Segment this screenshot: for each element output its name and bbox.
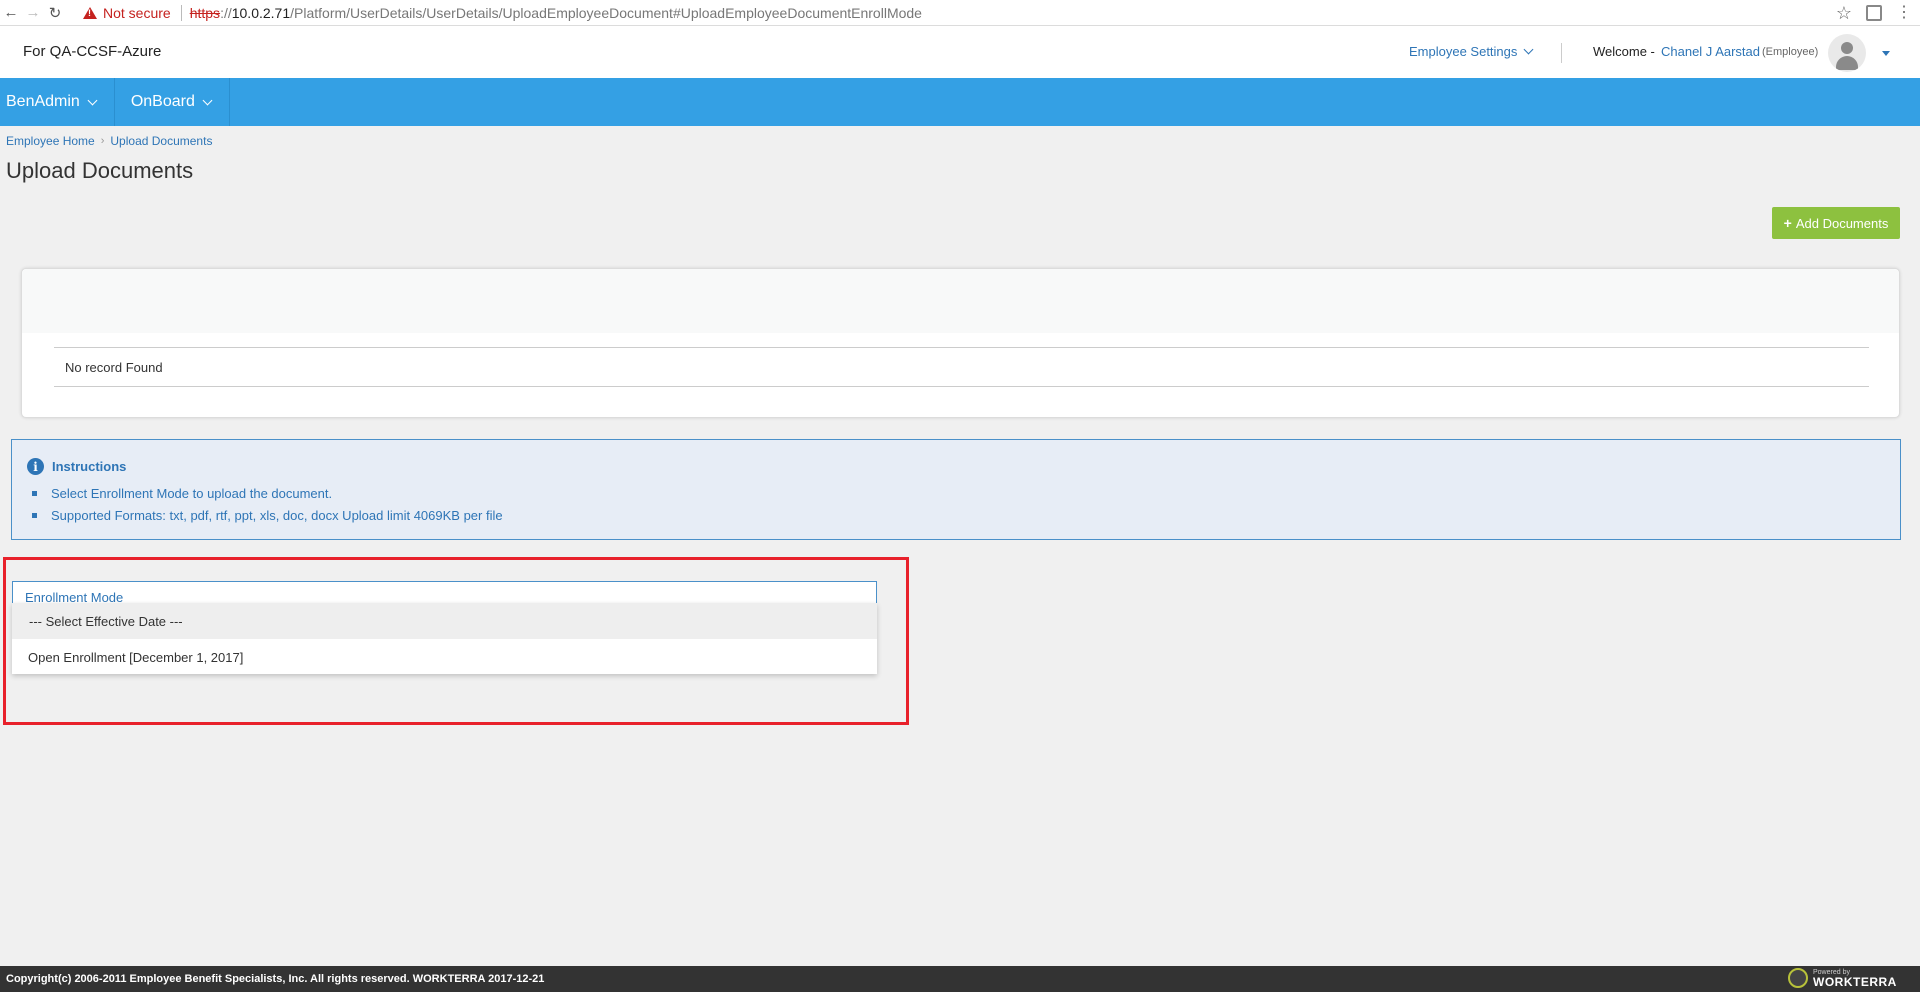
nav-item-benadmin[interactable]: BenAdmin bbox=[0, 78, 115, 126]
bullet bbox=[32, 512, 37, 518]
url-scheme: https bbox=[189, 5, 221, 21]
nav-item-label: BenAdmin bbox=[6, 93, 80, 110]
address-bar[interactable]: Not secure https :// 10.0.2.71 /Platform… bbox=[83, 2, 1783, 24]
app-header: For QA-CCSF-Azure Employee Settings Welc… bbox=[0, 26, 1920, 78]
page-title: Upload Documents bbox=[6, 158, 194, 183]
url-path: /Platform/UserDetails/UserDetails/Upload… bbox=[290, 5, 922, 21]
employee-settings-label: Employee Settings bbox=[1409, 44, 1518, 59]
list-item: Select Enrollment Mode to upload the doc… bbox=[32, 482, 503, 504]
user-role: (Employee) bbox=[1762, 46, 1819, 58]
caret-down-icon[interactable] bbox=[1882, 51, 1890, 56]
instructions-title: Instructions bbox=[52, 459, 127, 474]
browser-menu-icon[interactable]: ⋮ bbox=[1896, 5, 1912, 21]
instruction-text: Select Enrollment Mode to upload the doc… bbox=[51, 485, 333, 501]
url-host: 10.0.2.71 bbox=[231, 5, 291, 21]
chevron-down-icon bbox=[1523, 44, 1534, 55]
chevron-down-icon bbox=[202, 95, 213, 105]
user-name-link[interactable]: Chanel J Aarstad bbox=[1661, 44, 1760, 59]
bullet bbox=[32, 490, 37, 496]
effective-date-dropdown[interactable]: --- Select Effective Date --- Open Enrol… bbox=[12, 603, 877, 674]
add-documents-button[interactable]: + Add Documents bbox=[1772, 207, 1900, 239]
back-icon[interactable]: ← bbox=[0, 2, 22, 24]
panel-header bbox=[22, 269, 1899, 333]
info-icon: i bbox=[27, 458, 44, 475]
browser-toolbar: ← → ↻ Not secure https :// 10.0.2.71 /Pl… bbox=[0, 0, 1920, 26]
add-documents-label: Add Documents bbox=[1795, 215, 1889, 231]
employee-settings-menu[interactable]: Employee Settings bbox=[1409, 44, 1534, 59]
powered-by-logo: Powered by WORKTERRA bbox=[1788, 968, 1897, 988]
reload-icon[interactable]: ↻ bbox=[44, 2, 66, 24]
breadcrumb-employee-home[interactable]: Employee Home bbox=[6, 134, 95, 148]
list-item: Supported Formats: txt, pdf, rtf, ppt, x… bbox=[32, 504, 503, 526]
instruction-text: Supported Formats: txt, pdf, rtf, ppt, x… bbox=[51, 507, 503, 523]
url-scheme-separator: :// bbox=[220, 5, 232, 21]
workterra-logo-icon bbox=[1788, 968, 1808, 988]
brand-name: WORKTERRA bbox=[1813, 974, 1897, 989]
footer: Copyright(c) 2006-2011 Employee Benefit … bbox=[0, 966, 1920, 992]
dropdown-option-open-enrollment[interactable]: Open Enrollment [December 1, 2017] bbox=[12, 639, 877, 675]
security-indicator[interactable]: Not secure bbox=[103, 5, 171, 21]
nav-item-label: OnBoard bbox=[130, 93, 195, 110]
empty-message: No record Found bbox=[65, 360, 163, 375]
forward-icon[interactable]: → bbox=[22, 2, 44, 24]
chevron-down-icon bbox=[87, 95, 98, 105]
main-nav: BenAdmin OnBoard bbox=[0, 78, 1920, 126]
instructions-panel: i Instructions Select Enrollment Mode to… bbox=[11, 439, 1901, 540]
avatar[interactable] bbox=[1828, 34, 1866, 72]
header-divider bbox=[1561, 43, 1562, 63]
warning-icon bbox=[83, 7, 97, 19]
dropdown-option-select-date[interactable]: --- Select Effective Date --- bbox=[12, 603, 877, 639]
omnibox-divider bbox=[180, 5, 182, 21]
plus-icon: + bbox=[1783, 215, 1792, 231]
documents-table: No record Found bbox=[54, 347, 1869, 387]
documents-panel: No record Found bbox=[21, 268, 1900, 418]
bookmark-star-icon[interactable]: ☆ bbox=[1836, 3, 1852, 24]
breadcrumb-upload-documents[interactable]: Upload Documents bbox=[110, 134, 212, 148]
extension-icon[interactable] bbox=[1866, 5, 1882, 21]
nav-item-onboard[interactable]: OnBoard bbox=[115, 78, 230, 126]
welcome-text: Welcome - bbox=[1593, 44, 1655, 59]
breadcrumb-separator: › bbox=[100, 135, 105, 147]
breadcrumb: Employee Home › Upload Documents bbox=[6, 134, 212, 148]
org-name: For QA-CCSF-Azure bbox=[23, 43, 162, 60]
instructions-list: Select Enrollment Mode to upload the doc… bbox=[32, 482, 503, 526]
copyright-text: Copyright(c) 2006-2011 Employee Benefit … bbox=[6, 973, 545, 985]
